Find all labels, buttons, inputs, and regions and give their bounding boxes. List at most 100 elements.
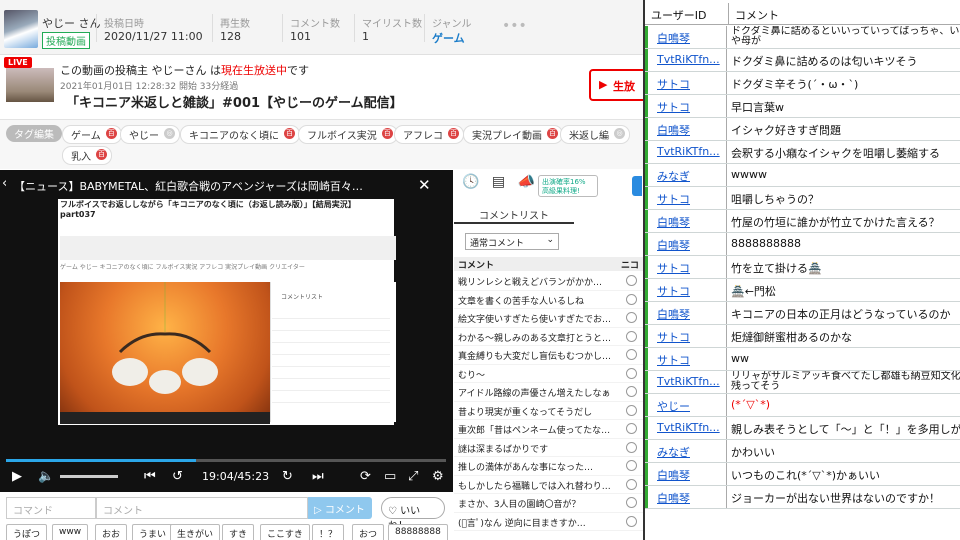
- list-icon[interactable]: ▤: [492, 174, 505, 190]
- nicoru-icon[interactable]: [626, 293, 637, 305]
- nicoru-icon[interactable]: [626, 275, 637, 286]
- user-id-link[interactable]: TvtRiKTfn...: [645, 417, 727, 439]
- viewer-row[interactable]: 白鳴琴 いつものこれ(*´▽`*)かぁいい: [645, 463, 960, 486]
- comment-list-row[interactable]: 戦リンレシと戦えどバランがかか…: [454, 272, 643, 291]
- viewer-row[interactable]: TvtRiKTfn... 会釈する小癪なイシャクを咀嚼し萎縮する: [645, 141, 960, 164]
- user-id-link[interactable]: 白鳴琴: [645, 26, 727, 48]
- user-id-link[interactable]: サトコ: [645, 256, 727, 278]
- encyclopedia-icon[interactable]: ◎: [614, 128, 625, 139]
- comment-list-row[interactable]: 推しの満体があんな事になった…: [454, 457, 643, 476]
- volume-icon[interactable]: 🔈: [38, 469, 54, 484]
- uploader-avatar[interactable]: [4, 10, 38, 48]
- col-header-comment[interactable]: コメント: [729, 3, 960, 25]
- live-title[interactable]: 「キコニア米返しと雑談」#001【やじーのゲーム配信】: [66, 92, 403, 111]
- viewer-row[interactable]: 白鳴琴 竹屋の竹垣に誰かが竹立てかけた言える？: [645, 210, 960, 233]
- nicoru-icon[interactable]: [626, 478, 637, 490]
- loop-icon[interactable]: ⟳: [360, 469, 371, 484]
- quick-comment-button[interactable]: おつ: [352, 524, 385, 540]
- comment-toggle-icon[interactable]: ▭: [384, 469, 396, 484]
- nicoru-icon[interactable]: [626, 349, 637, 360]
- forward-10-icon[interactable]: ↻: [282, 469, 293, 484]
- genre-link[interactable]: ゲーム: [432, 30, 465, 46]
- viewer-row[interactable]: みなぎ wwww: [645, 164, 960, 187]
- viewer-row[interactable]: サトコ 炬燵御餅蜜柑あるのかな: [645, 325, 960, 348]
- nicoru-icon[interactable]: [626, 497, 637, 508]
- user-id-link[interactable]: サトコ: [645, 279, 727, 301]
- news-ticker[interactable]: 【ニュース】BABYMETAL、紅白歌合戦のアベンジャーズは岡崎百々…: [14, 178, 363, 194]
- clock-icon[interactable]: 🕓: [462, 174, 479, 190]
- encyclopedia-icon[interactable]: 百: [284, 128, 295, 139]
- viewer-row[interactable]: TvtRiKTfn... 親しみ表そうとして「～」と「！」を多用しがち: [645, 417, 960, 440]
- nicoru-icon[interactable]: [626, 515, 637, 527]
- encyclopedia-icon[interactable]: ◎: [164, 128, 175, 139]
- viewer-row[interactable]: 白鳴琴 ドクダミ鼻に詰めるといいっていってばっちゃ、いや母が: [645, 26, 960, 49]
- viewer-row[interactable]: サトコ 竹を立て掛ける🏯: [645, 256, 960, 279]
- nicoru-icon[interactable]: [626, 460, 637, 471]
- comment-list-row[interactable]: 重次郎「昔はペンネーム使ってたな…: [454, 420, 643, 439]
- viewer-row[interactable]: やじー (*´▽`*): [645, 394, 960, 417]
- ad-banner[interactable]: 出演確率16% 高級果料理!: [538, 175, 598, 197]
- megaphone-icon[interactable]: 📣: [518, 174, 535, 190]
- comment-list-row[interactable]: まさか、3人目の園崎〇音が？: [454, 494, 643, 513]
- viewer-row[interactable]: みなぎ かわいい: [645, 440, 960, 463]
- user-id-link[interactable]: 白鳴琴: [645, 118, 727, 140]
- like-button[interactable]: ♡ いいね！: [381, 497, 445, 532]
- comment-list-row[interactable]: むり～: [454, 365, 643, 383]
- prev-news-icon[interactable]: ‹: [2, 176, 7, 191]
- user-id-link[interactable]: 白鳴琴: [645, 463, 727, 485]
- quick-comment-button[interactable]: ！？: [312, 524, 345, 540]
- viewer-row[interactable]: 白鳴琴 8888888888: [645, 233, 960, 256]
- user-id-link[interactable]: みなぎ: [645, 440, 727, 462]
- quick-comment-button[interactable]: うまい: [132, 524, 174, 540]
- nicoru-icon[interactable]: [626, 441, 637, 453]
- quick-comment-button[interactable]: うぽつ: [6, 524, 48, 540]
- nicoru-icon[interactable]: [626, 330, 637, 342]
- user-id-link[interactable]: サトコ: [645, 95, 727, 117]
- nicoru-icon[interactable]: [626, 404, 637, 416]
- encyclopedia-icon[interactable]: 百: [105, 128, 117, 139]
- volume-slider[interactable]: [60, 475, 118, 478]
- tag-item[interactable]: 米返し編 ◎: [560, 125, 630, 144]
- comment-list-row[interactable]: 絵文字使いすぎたら使いすぎたでお…: [454, 309, 643, 328]
- comment-list-row[interactable]: 真金縛りも大変だし盲伝もむつかし…: [454, 346, 643, 365]
- viewer-row[interactable]: サトコ ドクダミ辛そう(´・ω・`): [645, 72, 960, 95]
- send-comment-button[interactable]: ▷ コメント: [308, 497, 372, 519]
- nicoru-icon[interactable]: [626, 386, 637, 397]
- viewer-row[interactable]: 白鳴琴 キコニアの日本の正月はどうなっているのか: [645, 302, 960, 325]
- user-id-link[interactable]: サトコ: [645, 348, 727, 370]
- user-id-link[interactable]: 白鳴琴: [645, 302, 727, 324]
- tag-edit-button[interactable]: タグ編集: [6, 125, 62, 142]
- viewer-row[interactable]: サトコ 🏯←門松: [645, 279, 960, 302]
- user-id-link[interactable]: みなぎ: [645, 164, 727, 186]
- viewer-row[interactable]: 白鳴琴 ジョーカーが出ない世界はないのですか！: [645, 486, 960, 509]
- tag-item[interactable]: 乳入百: [62, 146, 112, 165]
- fullscreen-icon[interactable]: ⤢: [408, 469, 418, 484]
- comment-list-row[interactable]: (ﾟ言ﾟ)なん 逆向に目まきすか…: [454, 513, 643, 531]
- quick-comment-button[interactable]: 88888888: [388, 524, 448, 540]
- user-id-link[interactable]: TvtRiKTfn...: [645, 371, 727, 393]
- col-header-user-id[interactable]: ユーザーID: [645, 3, 729, 25]
- quick-comment-button[interactable]: おお: [95, 524, 128, 540]
- comment-input[interactable]: コメント: [96, 497, 308, 519]
- viewer-row[interactable]: サトコ ww: [645, 348, 960, 371]
- user-id-link[interactable]: 白鳴琴: [645, 233, 727, 255]
- quick-comment-button[interactable]: ここすき: [260, 524, 310, 540]
- user-id-link[interactable]: サトコ: [645, 72, 727, 94]
- rewind-10-icon[interactable]: ↺: [172, 469, 183, 484]
- tag-item[interactable]: 実況プレイ動画百: [463, 125, 563, 144]
- encyclopedia-icon[interactable]: 百: [547, 128, 558, 139]
- watch-live-button[interactable]: ▶ 生放: [589, 69, 643, 101]
- uploader-name[interactable]: やじー さん: [42, 15, 101, 31]
- viewer-row[interactable]: TvtRiKTfn... ドクダミ鼻に詰めるのは匂いキツそう: [645, 49, 960, 72]
- tag-item[interactable]: アフレコ百: [394, 125, 464, 144]
- command-input[interactable]: コマンド: [6, 497, 96, 519]
- comment-list-row[interactable]: アイドル路線の声優さん増えたしなぁ: [454, 383, 643, 402]
- user-id-link[interactable]: 白鳴琴: [645, 210, 727, 232]
- comment-list-row[interactable]: もしかしたら福職しでは入れ替わり…: [454, 476, 643, 494]
- tag-item[interactable]: キコニアのなく頃に百: [180, 125, 300, 144]
- user-id-link[interactable]: TvtRiKTfn...: [645, 141, 727, 163]
- encyclopedia-icon[interactable]: 百: [448, 128, 459, 139]
- skip-back-icon[interactable]: ⏮: [144, 469, 156, 484]
- comment-filter-select[interactable]: 通常コメント ⌄: [465, 233, 559, 250]
- comment-list-row[interactable]: 文章を書くの苦手な人いるしね: [454, 291, 643, 309]
